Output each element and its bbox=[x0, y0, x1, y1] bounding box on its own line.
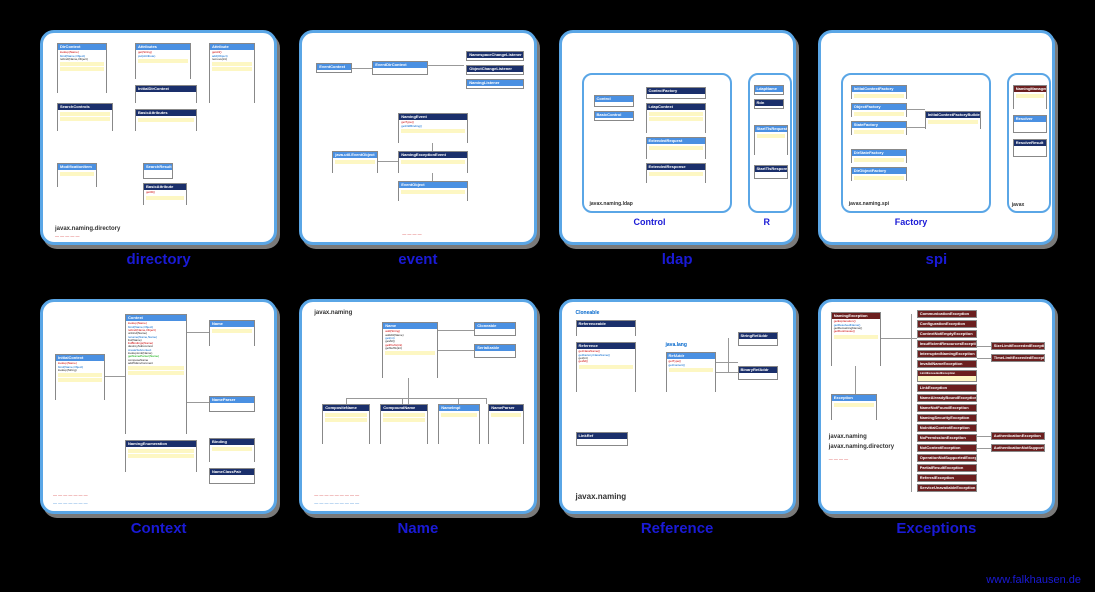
package-label: javax.naming.ldap bbox=[590, 201, 633, 207]
class-header: NoPermissionException bbox=[918, 435, 976, 441]
class-header: Rdn bbox=[755, 100, 783, 106]
package-label: javax.naming bbox=[576, 492, 627, 501]
package-label: javax.naming.directory bbox=[55, 226, 120, 232]
sub-label: Factory bbox=[895, 217, 928, 227]
panel-label: directory bbox=[127, 251, 191, 268]
panel-ldap[interactable]: Control BasicControl ControlFactory Ldap… bbox=[559, 30, 796, 245]
class-header: InterruptedNamingException bbox=[918, 351, 976, 357]
class-header: StartTlsResponse bbox=[755, 166, 787, 172]
class-header: ObjectChangeListener bbox=[467, 66, 523, 72]
class-header: EventDirContext bbox=[373, 62, 427, 68]
class-header: NameAlreadyBoundException bbox=[918, 395, 976, 401]
class-header: LimitExceededException bbox=[918, 371, 976, 376]
class-header: SearchResult bbox=[144, 164, 172, 170]
class-header: CommunicationException bbox=[918, 311, 976, 317]
cell-name: javax.naming Nameadd(String)addAll(Name)… bbox=[299, 299, 536, 550]
class-header: InsufficientResourcesException bbox=[918, 341, 976, 347]
class-header: ReferralException bbox=[918, 475, 976, 481]
class-header: Control bbox=[595, 96, 633, 102]
panel-event[interactable]: EventContext EventDirContext NamespaceCh… bbox=[299, 30, 536, 245]
class-header: OperationNotSupportedException bbox=[918, 455, 976, 461]
sub-label: R bbox=[764, 217, 771, 227]
class-header: TimeLimitExceededException bbox=[992, 355, 1044, 361]
class-header: LinkRef bbox=[577, 433, 627, 439]
class-header: NamespaceChangeListener bbox=[467, 52, 523, 58]
class-header: ConfigurationException bbox=[918, 321, 976, 327]
panel-spi[interactable]: InitialContextFactory ObjectFactory Stat… bbox=[818, 30, 1055, 245]
panel-label: event bbox=[398, 251, 437, 268]
class-header: EventContext bbox=[317, 64, 351, 70]
panel-label: Exceptions bbox=[896, 520, 976, 537]
cell-spi: InitialContextFactory ObjectFactory Stat… bbox=[818, 30, 1055, 281]
panel-name[interactable]: javax.naming Nameadd(String)addAll(Name)… bbox=[299, 299, 536, 514]
cell-reference: Cloneable Referenceable ReferencegetClas… bbox=[559, 299, 796, 550]
package-label: javax.naming bbox=[829, 434, 867, 440]
cell-event: EventContext EventDirContext NamespaceCh… bbox=[299, 30, 536, 281]
cell-context: InitialContextlookup(Name)bind(Name,Obje… bbox=[40, 299, 277, 550]
class-header: PartialResultException bbox=[918, 465, 976, 471]
class-header: StringRefAddr bbox=[739, 333, 777, 339]
panel-label: Context bbox=[131, 520, 187, 537]
class-header: NamingSecurityException bbox=[918, 415, 976, 421]
class-header: NamingListener bbox=[467, 80, 523, 86]
class-header: NameClassPair bbox=[210, 469, 254, 475]
footer-link[interactable]: www.falkhausen.de bbox=[986, 574, 1081, 586]
class-header: NoInitialContextException bbox=[918, 425, 976, 431]
class-header: ControlFactory bbox=[647, 88, 705, 94]
cell-exceptions: NamingExceptiongetExplanation()getResolv… bbox=[818, 299, 1055, 550]
class-header: InvalidNameException bbox=[918, 361, 976, 367]
sub-label: Control bbox=[634, 217, 666, 227]
class-header: SizeLimitExceededException bbox=[992, 343, 1044, 349]
class-header: BinaryRefAddr bbox=[739, 367, 777, 373]
class-header: NotContextException bbox=[918, 445, 976, 451]
class-header: AuthenticationException bbox=[992, 433, 1044, 439]
class-header: LdapName bbox=[755, 86, 783, 92]
class-header: BasicControl bbox=[595, 112, 633, 118]
panel-reference[interactable]: Cloneable Referenceable ReferencegetClas… bbox=[559, 299, 796, 514]
class-header: ResolveResult bbox=[1014, 140, 1046, 146]
panel-context[interactable]: InitialContextlookup(Name)bind(Name,Obje… bbox=[40, 299, 277, 514]
class-header: AuthenticationNotSupportedException bbox=[992, 445, 1044, 451]
package-label: javax.naming.spi bbox=[849, 201, 889, 207]
package-label: javax.naming bbox=[314, 310, 352, 316]
class-header: ContextNotEmptyException bbox=[918, 331, 976, 337]
cell-ldap: Control BasicControl ControlFactory Ldap… bbox=[559, 30, 796, 281]
panel-label: Reference bbox=[641, 520, 714, 537]
cell-directory: DirContextlookup(Name)bind(Name,Object)r… bbox=[40, 30, 277, 281]
class-header: NameParser bbox=[210, 397, 254, 403]
class-header: LinkException bbox=[918, 385, 976, 391]
diagram-grid: DirContextlookup(Name)bind(Name,Object)r… bbox=[40, 30, 1055, 550]
panel-label: spi bbox=[926, 251, 948, 268]
panel-label: ldap bbox=[662, 251, 693, 268]
class-header: ServiceUnavailableException bbox=[918, 485, 976, 491]
panel-label: Name bbox=[397, 520, 438, 537]
class-header: NameNotFoundException bbox=[918, 405, 976, 411]
class-header: Resolver bbox=[1014, 116, 1046, 122]
panel-exceptions[interactable]: NamingExceptiongetExplanation()getResolv… bbox=[818, 299, 1055, 514]
panel-directory[interactable]: DirContextlookup(Name)bind(Name,Object)r… bbox=[40, 30, 277, 245]
